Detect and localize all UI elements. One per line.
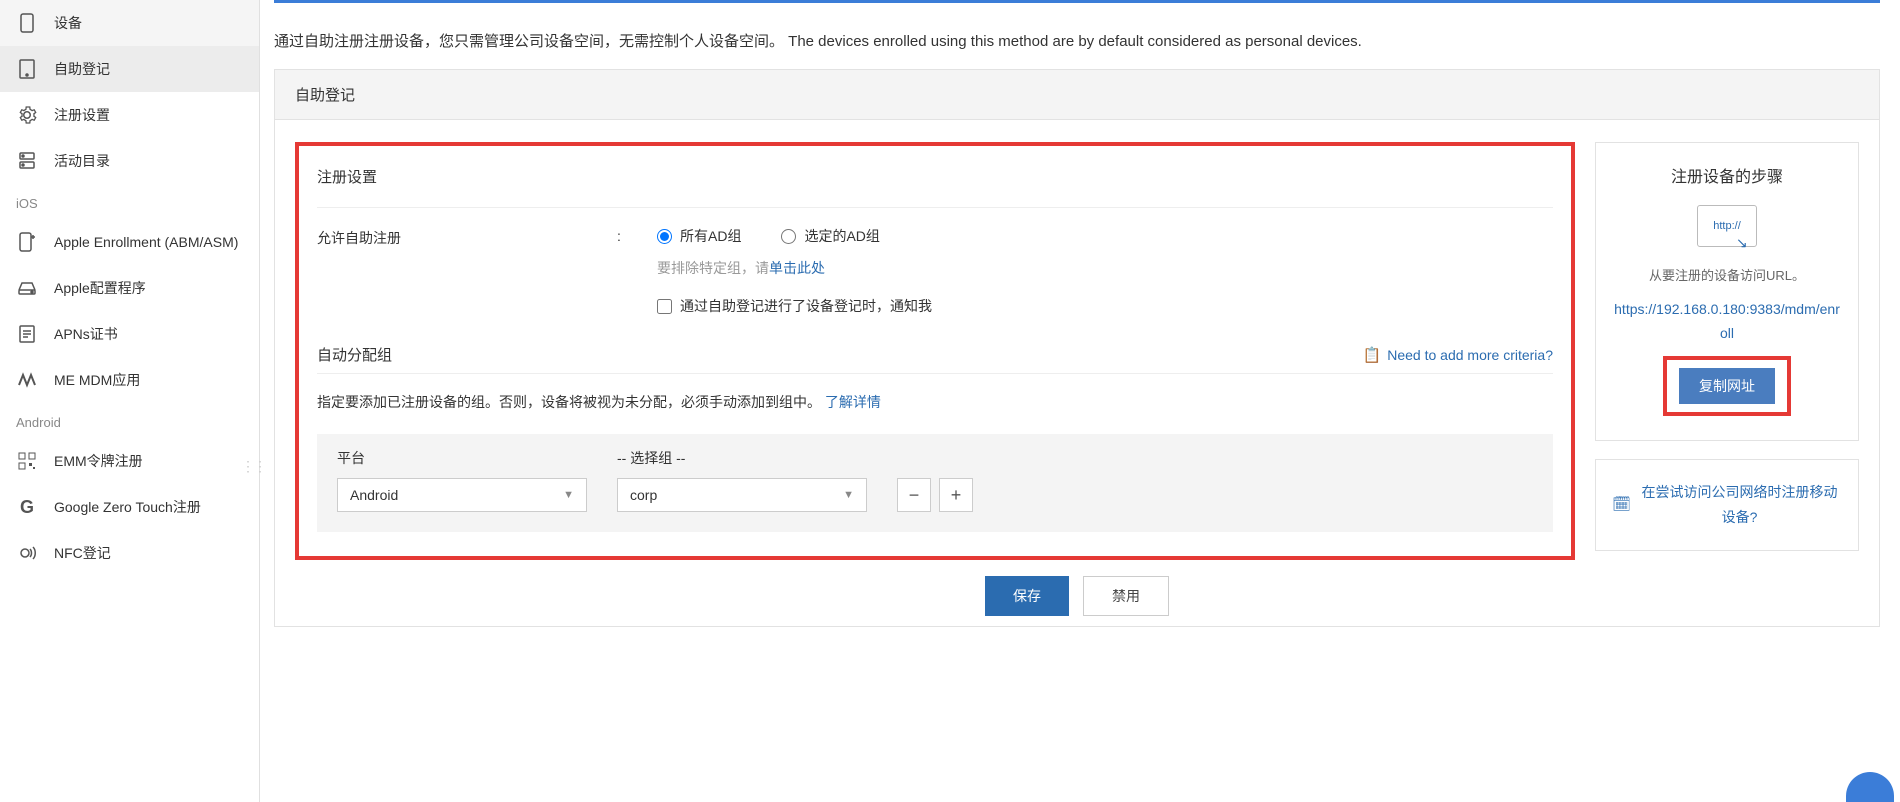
phone-plus-icon — [16, 231, 38, 253]
assign-table: 平台 -- 选择组 -- Android ▼ corp ▼ — [317, 434, 1553, 532]
sidebar-item-apple-enrollment[interactable]: Apple Enrollment (ABM/ASM) — [0, 219, 259, 265]
secondary-info-card: 🗓 在尝试访问公司网络时注册移动设备? — [1595, 459, 1859, 551]
radio-selected-ad[interactable]: 选定的AD组 — [781, 226, 879, 246]
save-button[interactable]: 保存 — [985, 576, 1069, 616]
group-select[interactable]: corp ▼ — [617, 478, 867, 512]
learn-more-link[interactable]: 了解详情 — [825, 394, 881, 410]
sidebar-item-emm-token[interactable]: EMM令牌注册 — [0, 438, 259, 484]
group-column-header: -- 选择组 -- — [617, 448, 1533, 468]
mdm-logo-icon — [16, 369, 38, 391]
sidebar-item-me-mdm[interactable]: ME MDM应用 — [0, 357, 259, 403]
sidebar-item-apns[interactable]: APNs证书 — [0, 311, 259, 357]
chevron-down-icon: ▼ — [563, 489, 574, 501]
enroll-steps-card: 注册设备的步骤 http:// 从要注册的设备访问URL。 https://19… — [1595, 142, 1859, 441]
copy-url-highlight: 复制网址 — [1663, 356, 1791, 416]
chevron-down-icon: ▼ — [843, 489, 854, 501]
sidebar-item-self-enroll[interactable]: 自助登记 — [0, 46, 259, 92]
disable-button[interactable]: 禁用 — [1083, 576, 1169, 616]
drive-icon — [16, 277, 38, 299]
google-icon: G — [16, 496, 38, 518]
gear-icon — [16, 104, 38, 126]
sidebar-item-label: Apple配置程序 — [54, 278, 146, 298]
notify-checkbox[interactable] — [657, 299, 672, 314]
sidebar: 设备 自助登记 注册设置 活动目录 iOS Apple Enrollment — [0, 0, 260, 802]
sidebar-section-android: Android — [0, 403, 259, 438]
certificate-icon — [16, 323, 38, 345]
self-enroll-panel: 自助登记 注册设置 允许自助注册 : 所有AD组 — [274, 69, 1880, 627]
http-icon: http:// — [1697, 205, 1757, 247]
radio-all-ad-input[interactable] — [657, 229, 672, 244]
remove-row-button[interactable]: − — [897, 478, 931, 512]
device-icon — [16, 12, 38, 34]
enroll-on-network-link[interactable]: 🗓 在尝试访问公司网络时注册移动设备? — [1612, 480, 1842, 530]
enroll-url-link[interactable]: https://192.168.0.180:9383/mdm/enroll — [1614, 298, 1840, 346]
notify-label: 通过自助登记进行了设备登记时，通知我 — [680, 296, 932, 316]
steps-title: 注册设备的步骤 — [1614, 163, 1840, 187]
sidebar-item-label: 注册设置 — [54, 105, 110, 125]
need-criteria-link[interactable]: 📋 Need to add more criteria? — [1363, 346, 1553, 364]
sidebar-item-label: Apple Enrollment (ABM/ASM) — [54, 234, 238, 250]
server-icon — [16, 150, 38, 172]
steps-desc: 从要注册的设备访问URL。 — [1614, 265, 1840, 284]
intro-text: 通过自助注册注册设备，您只需管理公司设备空间，无需控制个人设备空间。 The d… — [260, 6, 1900, 69]
sidebar-item-label: ME MDM应用 — [54, 370, 140, 390]
sidebar-item-devices[interactable]: 设备 — [0, 0, 259, 46]
sidebar-item-apple-config[interactable]: Apple配置程序 — [0, 265, 259, 311]
tablet-icon — [16, 58, 38, 80]
enroll-settings-title: 注册设置 — [317, 160, 1553, 208]
allow-self-enroll-label: 允许自助注册 — [317, 226, 617, 248]
auto-assign-desc: 指定要添加已注册设备的组。否则，设备将被视为未分配，必须手动添加到组中。 了解详… — [317, 392, 1553, 412]
click-here-link[interactable]: 单击此处 — [769, 260, 825, 276]
radio-selected-ad-text: 选定的AD组 — [804, 226, 879, 246]
exclude-hint: 要排除特定组，请单击此处 — [657, 258, 1553, 278]
form-actions: 保存 禁用 — [275, 560, 1879, 626]
sidebar-item-label: Google Zero Touch注册 — [54, 497, 201, 517]
main-content: 通过自助注册注册设备，您只需管理公司设备空间，无需控制个人设备空间。 The d… — [260, 0, 1900, 802]
sidebar-item-active-directory[interactable]: 活动目录 — [0, 138, 259, 184]
qr-icon — [16, 450, 38, 472]
calendar-icon: 🗓 — [1612, 491, 1631, 518]
sidebar-item-label: NFC登记 — [54, 543, 111, 563]
panel-title: 自助登记 — [275, 70, 1879, 120]
settings-highlight-box: 注册设置 允许自助注册 : 所有AD组 — [295, 142, 1575, 560]
platform-column-header: 平台 — [337, 448, 587, 468]
nfc-icon — [16, 542, 38, 564]
platform-select[interactable]: Android ▼ — [337, 478, 587, 512]
sidebar-item-nfc[interactable]: NFC登记 — [0, 530, 259, 576]
radio-selected-ad-input[interactable] — [781, 229, 796, 244]
auto-assign-title: 自动分配组 — [317, 344, 392, 365]
sidebar-section-ios: iOS — [0, 184, 259, 219]
platform-value: Android — [350, 487, 398, 503]
sidebar-item-label: 自助登记 — [54, 59, 110, 79]
calendar-icon: 📋 — [1363, 346, 1382, 364]
copy-url-button[interactable]: 复制网址 — [1679, 368, 1775, 404]
sidebar-item-label: EMM令牌注册 — [54, 451, 143, 471]
drag-handle-icon[interactable]: ⋮⋮ — [241, 458, 265, 475]
radio-all-ad-text: 所有AD组 — [680, 226, 741, 246]
sidebar-item-label: APNs证书 — [54, 324, 118, 344]
sidebar-item-zero-touch[interactable]: G Google Zero Touch注册 — [0, 484, 259, 530]
sidebar-item-enroll-settings[interactable]: 注册设置 — [0, 92, 259, 138]
radio-all-ad[interactable]: 所有AD组 — [657, 226, 741, 246]
group-value: corp — [630, 487, 657, 503]
add-row-button[interactable]: + — [939, 478, 973, 512]
sidebar-item-label: 活动目录 — [54, 151, 110, 171]
sidebar-item-label: 设备 — [54, 13, 82, 33]
